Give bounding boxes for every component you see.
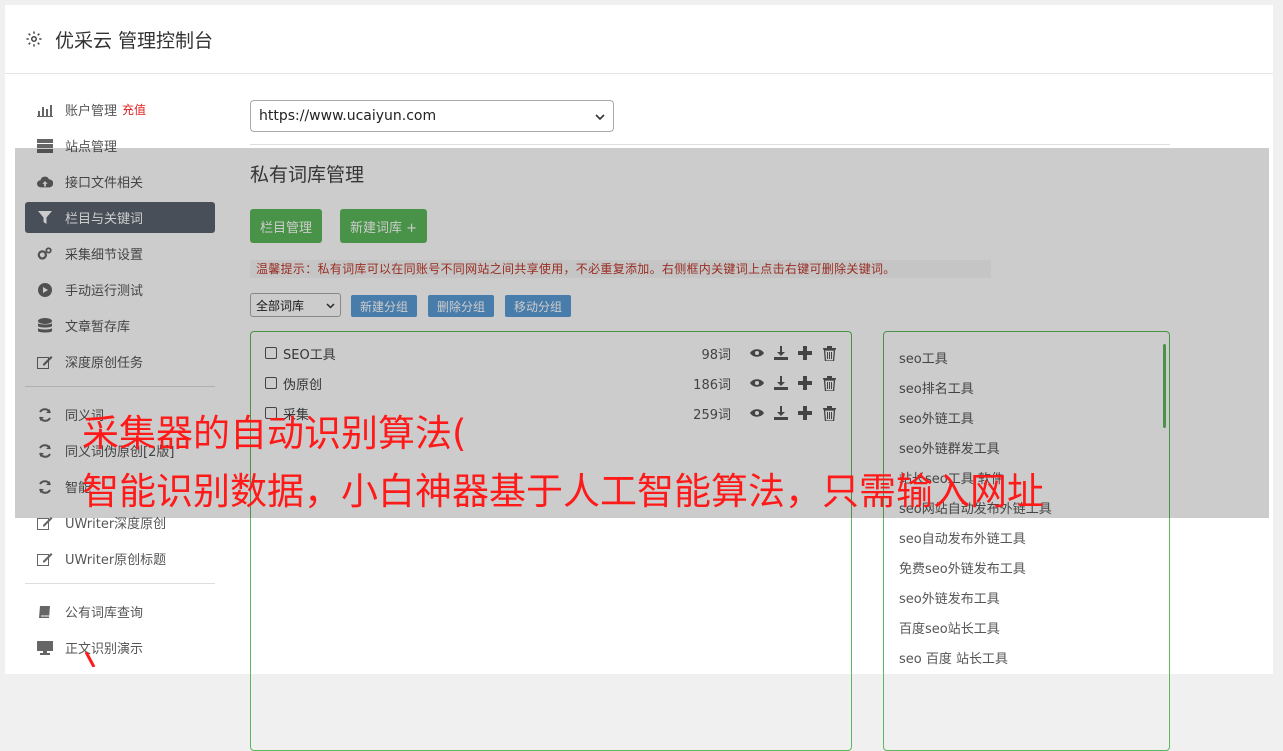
dim-overlay — [15, 148, 1269, 518]
keyword-item[interactable]: 百度seo站长工具 — [899, 618, 1000, 637]
keyword-item[interactable]: seo 百度 站长工具 — [899, 648, 1008, 667]
overlay-caption-line2: 智能识别数据，小白神器基于人工智能算法，只需输入网址 — [82, 470, 1044, 513]
site-select-value: https://www.ucaiyun.com — [259, 108, 437, 124]
sidebar-item-public-library[interactable]: 公有词库查询 — [25, 596, 215, 627]
sidebar-item-account[interactable]: 账户管理 充值 — [25, 94, 215, 125]
sidebar-item-label: UWriter原创标题 — [65, 553, 167, 568]
site-select[interactable]: https://www.ucaiyun.com — [250, 100, 614, 132]
sidebar-item-uwriter-title[interactable]: UWriter原创标题 — [25, 543, 215, 574]
recharge-link[interactable]: 充值 — [122, 101, 146, 118]
divider — [25, 583, 215, 584]
sidebar-item-label: 账户管理 — [65, 104, 118, 119]
chevron-down-icon — [595, 108, 605, 124]
red-arrow-mark — [84, 651, 96, 671]
sidebar-item-label: 公有词库查询 — [65, 606, 144, 621]
edit-icon — [37, 551, 53, 567]
sidebar-item-text-recognition[interactable]: 正文识别演示 — [25, 632, 215, 663]
monitor-icon — [37, 640, 53, 656]
overlay-caption-line1: 采集器的自动识别算法( — [82, 412, 467, 455]
app-title: 优采云 管理控制台 — [55, 29, 214, 52]
bar-chart-icon — [37, 102, 53, 118]
keyword-item[interactable]: seo自动发布外链工具 — [899, 528, 1026, 547]
app-header: 优采云 管理控制台 — [5, 5, 1273, 74]
divider — [250, 144, 1170, 145]
sidebar-item-label: 正文识别演示 — [65, 642, 144, 657]
book-icon — [37, 604, 53, 620]
keyword-item[interactable]: seo外链发布工具 — [899, 588, 1000, 607]
gear-icon — [25, 29, 45, 49]
keyword-item[interactable]: 免费seo外链发布工具 — [899, 558, 1026, 577]
